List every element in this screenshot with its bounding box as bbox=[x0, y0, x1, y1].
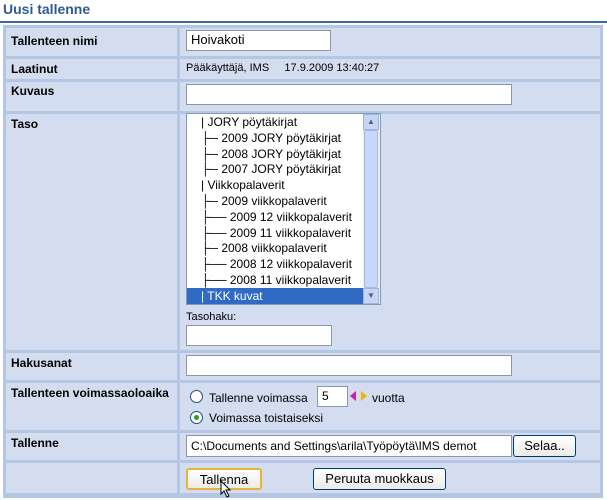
page-title: Uusi tallenne bbox=[3, 1, 91, 17]
level-listbox[interactable]: | JORY pöytäkirjat ├─ 2009 JORY pöytäkirj… bbox=[186, 113, 381, 305]
mouse-cursor-icon bbox=[220, 480, 232, 498]
level-option[interactable]: | Viikkopalaverit bbox=[187, 177, 363, 193]
description-label-cell: Kuvaus bbox=[6, 82, 177, 111]
level-option[interactable]: ├── 2008 11 viikkopalaverit bbox=[187, 272, 363, 288]
validity-option1-radio[interactable] bbox=[190, 390, 203, 403]
level-option[interactable]: | TKK kuvat bbox=[187, 287, 363, 304]
record-form: Tallenteen nimi Hoivakoti Laatinut Pääkä… bbox=[3, 25, 603, 498]
description-label: Kuvaus bbox=[11, 84, 55, 98]
file-label: Tallenne bbox=[11, 436, 59, 450]
validity-option2-radio[interactable] bbox=[190, 411, 203, 424]
level-search-input[interactable] bbox=[186, 325, 332, 346]
level-option[interactable]: | JORY pöytäkirjat bbox=[187, 114, 363, 130]
keywords-input[interactable] bbox=[186, 355, 512, 376]
validity-option2-label: Voimassa toistaiseksi bbox=[209, 411, 324, 425]
file-label-cell: Tallenne bbox=[6, 433, 177, 460]
created-label-cell: Laatinut bbox=[6, 59, 177, 79]
level-option[interactable]: ├── 2009 12 viikkopalaverit bbox=[187, 209, 363, 225]
validity-label-cell: Tallenteen voimassaoloaika bbox=[6, 383, 177, 430]
file-path-input[interactable]: C:\Documents and Settings\arila\Työpöytä… bbox=[186, 435, 512, 457]
keywords-label: Hakusanat bbox=[11, 356, 72, 370]
level-option[interactable]: ├─ 2009 viikkopalaverit bbox=[187, 193, 363, 209]
scroll-down-icon[interactable]: ▼ bbox=[363, 288, 379, 304]
scrollbar-thumb[interactable] bbox=[364, 130, 378, 288]
years-unit: vuotta bbox=[372, 391, 405, 405]
level-search-label: Tasohaku: bbox=[186, 311, 237, 323]
name-label: Tallenteen nimi bbox=[11, 34, 98, 48]
name-label-cell: Tallenteen nimi bbox=[6, 28, 177, 56]
created-value-cell: Pääkäyttäjä, IMS 17.9.2009 13:40:27 bbox=[180, 59, 600, 79]
cancel-edit-button[interactable]: Peruuta muokkaus bbox=[313, 468, 446, 490]
level-option[interactable]: ├── 2008 12 viikkopalaverit bbox=[187, 256, 363, 272]
years-input[interactable]: 5 bbox=[317, 386, 348, 407]
keywords-label-cell: Hakusanat bbox=[6, 353, 177, 380]
level-option[interactable]: ├── 2009 11 viikkopalaverit bbox=[187, 225, 363, 241]
level-label-cell: Taso bbox=[6, 114, 177, 350]
level-label: Taso bbox=[11, 117, 39, 131]
description-input[interactable] bbox=[186, 84, 512, 105]
name-input[interactable]: Hoivakoti bbox=[186, 30, 331, 51]
title-divider bbox=[0, 21, 607, 23]
validity-option1-label: Tallenne voimassa bbox=[209, 391, 308, 405]
scroll-up-icon[interactable]: ▲ bbox=[363, 114, 379, 130]
level-option[interactable]: ├─ 2007 JORY pöytäkirjat bbox=[187, 161, 363, 177]
level-option[interactable]: ├─ 2008 viikkopalaverit bbox=[187, 240, 363, 256]
radio-selected-icon bbox=[194, 415, 199, 420]
listbox-scrollbar[interactable]: ▲ ▼ bbox=[363, 114, 380, 304]
years-stepper-icon[interactable] bbox=[349, 390, 369, 402]
created-value: Pääkäyttäjä, IMS 17.9.2009 13:40:27 bbox=[186, 62, 380, 74]
actions-label-cell bbox=[6, 463, 177, 493]
validity-label: Tallenteen voimassaoloaika bbox=[11, 386, 169, 400]
level-option[interactable]: ├─ 2009 JORY pöytäkirjat bbox=[187, 130, 363, 146]
level-option[interactable]: ├─ 2008 JORY pöytäkirjat bbox=[187, 146, 363, 162]
browse-button[interactable]: Selaa.. bbox=[513, 435, 576, 457]
created-label: Laatinut bbox=[11, 62, 58, 76]
